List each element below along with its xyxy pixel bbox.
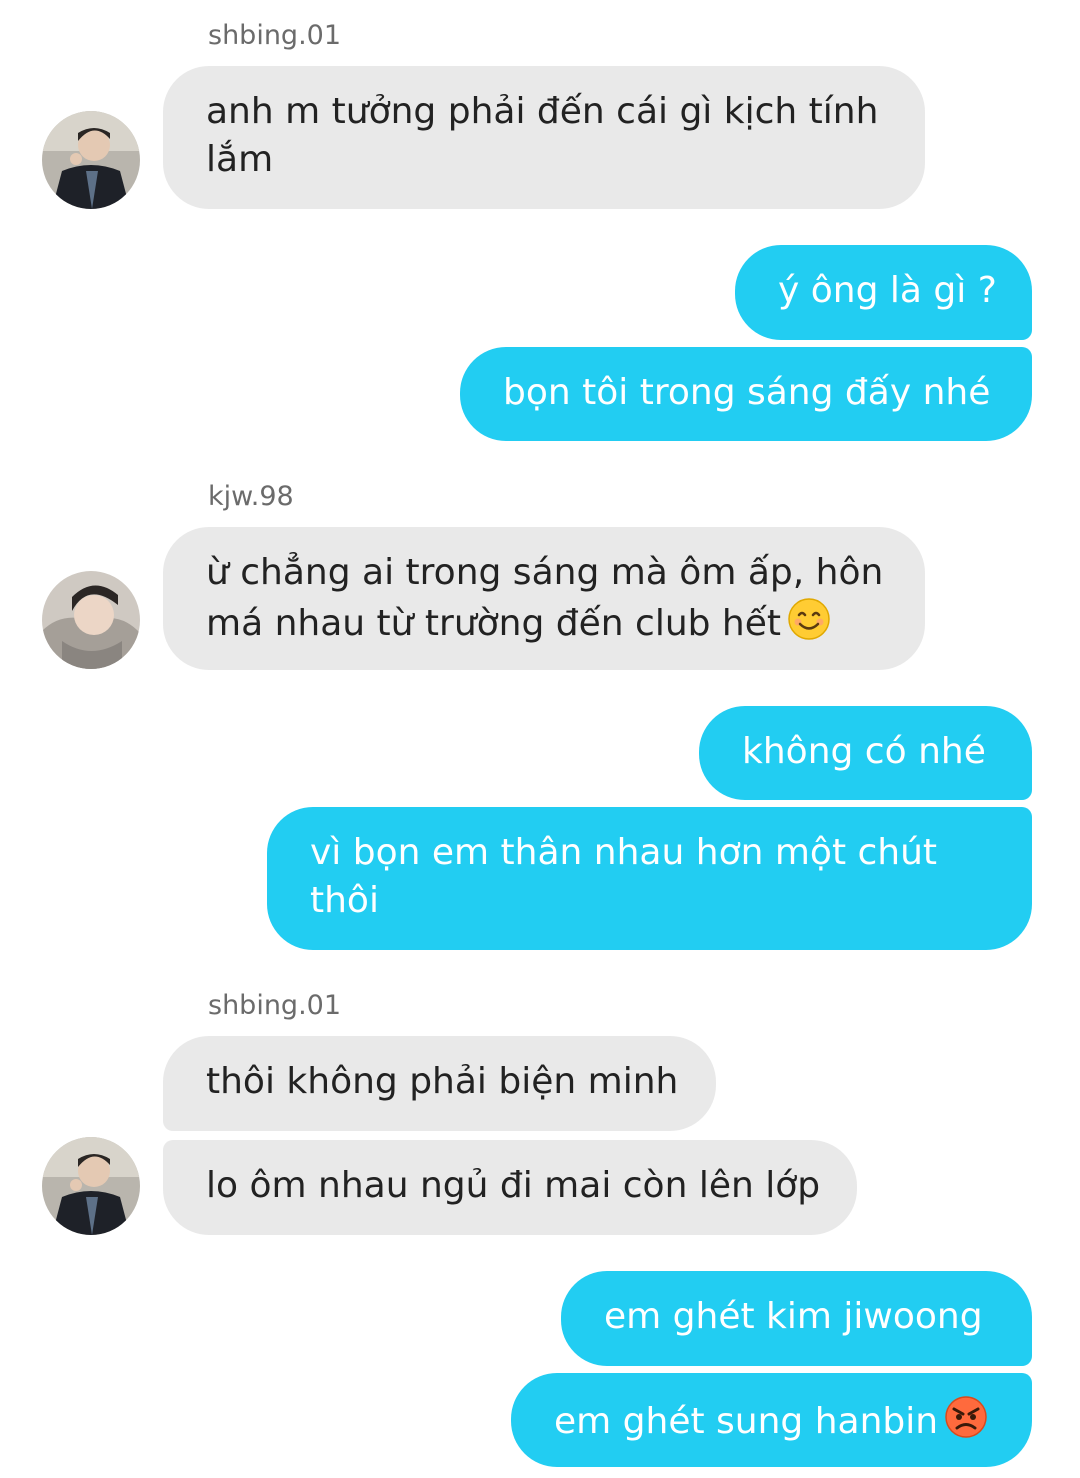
smiling-face-icon bbox=[787, 597, 831, 654]
message-text: ừ chẳng ai trong sáng mà ôm ấp, hôn má n… bbox=[206, 552, 884, 644]
sender-name: kjw.98 bbox=[208, 481, 294, 512]
outgoing-message[interactable]: ý ông là gì ? bbox=[735, 245, 1032, 340]
avatar-shbing[interactable] bbox=[42, 1137, 140, 1235]
outgoing-message[interactable]: vì bọn em thân nhau hơn một chút thôi bbox=[267, 807, 1032, 950]
avatar-kjw[interactable] bbox=[42, 571, 140, 669]
avatar-photo-icon bbox=[42, 1137, 140, 1235]
outgoing-message[interactable]: em ghét kim jiwoong bbox=[561, 1271, 1032, 1366]
incoming-message[interactable]: anh m tưởng phải đến cái gì kịch tính lắ… bbox=[163, 66, 925, 209]
message-text: em ghét sung hanbin bbox=[554, 1401, 939, 1442]
outgoing-message[interactable]: không có nhé bbox=[699, 706, 1032, 800]
avatar-shbing[interactable] bbox=[42, 111, 140, 209]
incoming-message[interactable]: lo ôm nhau ngủ đi mai còn lên lớp bbox=[163, 1140, 857, 1235]
outgoing-message[interactable]: em ghét sung hanbin bbox=[511, 1373, 1032, 1467]
incoming-message[interactable]: thôi không phải biện minh bbox=[163, 1036, 716, 1131]
angry-face-icon bbox=[944, 1395, 988, 1452]
incoming-message[interactable]: ừ chẳng ai trong sáng mà ôm ấp, hôn má n… bbox=[163, 527, 925, 670]
sender-name: shbing.01 bbox=[208, 990, 342, 1021]
sender-name: shbing.01 bbox=[208, 20, 342, 51]
outgoing-message[interactable]: bọn tôi trong sáng đấy nhé bbox=[460, 347, 1032, 441]
avatar-photo-icon bbox=[42, 571, 140, 669]
avatar-photo-icon bbox=[42, 111, 140, 209]
